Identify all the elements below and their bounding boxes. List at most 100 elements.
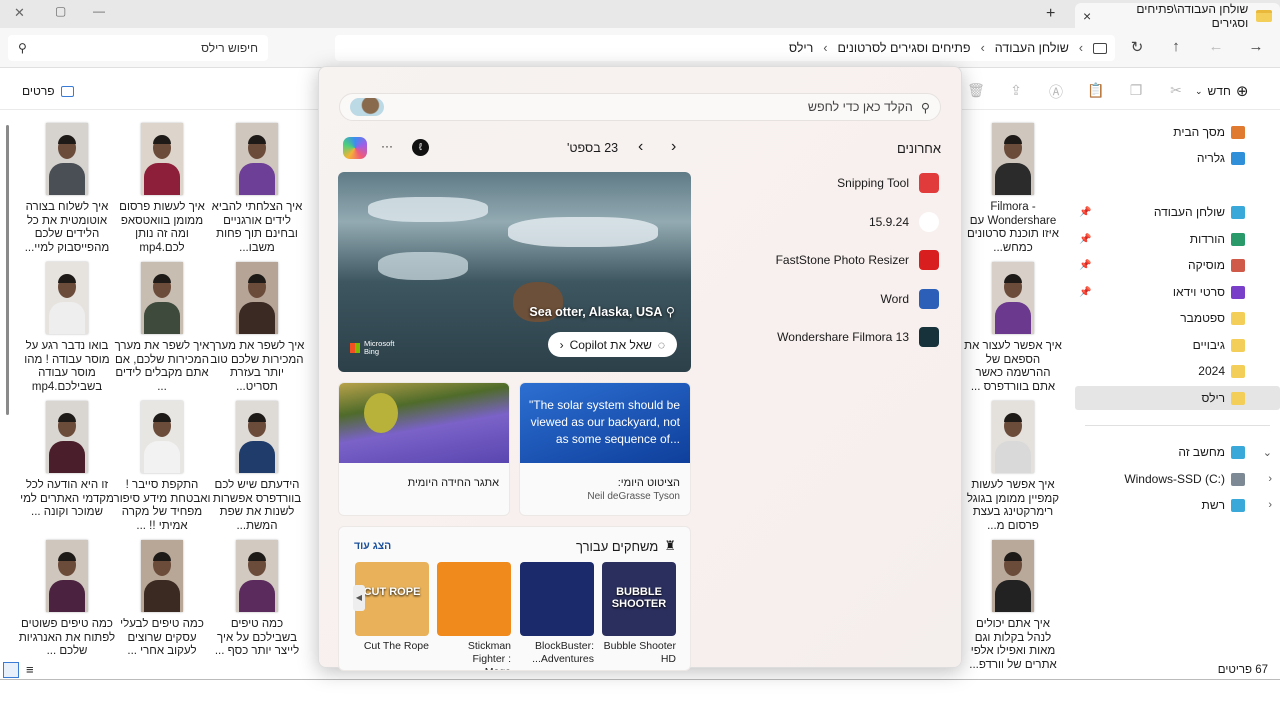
list-view-button[interactable]: ≡ — [26, 662, 34, 677]
next-day-button[interactable]: › — [671, 138, 676, 156]
scrollbar[interactable] — [6, 125, 9, 415]
nav-item[interactable]: ‹ Windows-SSD (C:) — [1075, 467, 1280, 491]
nav-item[interactable]: ⌄ מחשב זה — [1075, 440, 1280, 464]
close-tab-button[interactable]: × — [1083, 8, 1091, 24]
recent-item[interactable]: Word — [881, 287, 939, 311]
nav-item[interactable]: רילס — [1075, 386, 1280, 410]
show-more-link[interactable]: הצג עוד — [354, 540, 391, 552]
nav-item-label: גלריה — [1196, 151, 1225, 165]
cut-icon[interactable]: ✂ — [1166, 82, 1186, 102]
file-tile[interactable]: איך אפשר לעצור את הספאם של ההרשמה כאשר א… — [964, 262, 1062, 394]
tab-active[interactable]: שולחן העבודה\פתיחים וסגירים × — [1075, 2, 1280, 30]
share-icon[interactable]: ⇪ — [1006, 82, 1026, 102]
nav-item[interactable]: מסך הבית — [1075, 120, 1280, 144]
file-tile[interactable]: הידעתם שיש לכם בוורדפרס אפשרות לשנות את … — [208, 401, 306, 533]
new-label: חדש — [1207, 84, 1231, 98]
close-window-button[interactable]: ✕ — [14, 5, 25, 21]
forward-button[interactable]: ← — [1205, 38, 1227, 58]
tiles-view-button[interactable] — [3, 662, 19, 678]
file-tile[interactable]: זו היא הודעה לכל מקדמי האתרים למי שמוכר … — [18, 401, 116, 520]
file-tile[interactable]: איך אפשר לעשות קמפיין ממומן בגוגל רימרקט… — [964, 401, 1062, 533]
breadcrumb-item[interactable]: פתיחים וסגירים לסרטונים — [838, 41, 971, 55]
file-tile[interactable]: איך הצלחתי להביא לידים אורגניים ובחינם ת… — [208, 123, 306, 255]
pin-icon[interactable]: 📌 — [1079, 287, 1091, 298]
back-button[interactable]: → — [1245, 38, 1267, 58]
game-tile[interactable]: BlockBuster: Adventures... — [520, 562, 594, 666]
paste-icon[interactable]: 📋 — [1086, 82, 1106, 102]
copilot-icon[interactable] — [343, 137, 367, 159]
refresh-button[interactable]: ↻ — [1126, 38, 1148, 58]
chat-icon: ◌ — [657, 337, 665, 352]
game-image: BUBBLE SHOOTER — [602, 562, 676, 636]
minimize-window-button[interactable]: — — [93, 4, 105, 18]
delete-icon[interactable]: 🗑 — [966, 82, 986, 102]
new-button[interactable]: ⊕ חדש ⌄ — [1195, 82, 1248, 100]
file-tile[interactable]: כמה טיפים בשבילכם על איך לייצר יותר כסף … — [208, 540, 306, 659]
doodle-icon[interactable]: ℓ — [412, 139, 429, 156]
recent-item[interactable]: Wondershare Filmora 13 — [777, 325, 939, 349]
expand-chevron-icon[interactable]: ‹ — [1268, 499, 1272, 511]
nav-item[interactable]: שולחן העבודה 📌 — [1075, 200, 1280, 224]
ask-copilot-button[interactable]: ◌ שאל את Copilot ‹ — [547, 332, 677, 357]
prev-day-button[interactable]: ‹ — [638, 138, 643, 156]
game-image-text: CUT ROPE — [363, 586, 421, 598]
restore-window-button[interactable]: ▢ — [55, 4, 66, 18]
chess-rook-icon: ♜ — [664, 538, 676, 553]
search-input[interactable]: חיפוש רילס ⚲ — [8, 35, 268, 61]
file-tile[interactable]: איך לשפר את מערך המכירות שלכם, אם אתם מק… — [113, 262, 211, 394]
copy-icon[interactable]: ❐ — [1126, 82, 1146, 102]
daily-puzzle-card[interactable]: אתגר החידה היומית — [338, 382, 510, 516]
nav-item[interactable]: מוסיקה 📌 — [1075, 253, 1280, 277]
game-tile[interactable]: Stickman Fighter : Mega... — [437, 562, 511, 670]
pin-icon[interactable]: 📌 — [1079, 207, 1091, 218]
pin-icon[interactable]: 📌 — [1079, 234, 1091, 245]
nav-item[interactable]: סרטי וידאו 📌 — [1075, 280, 1280, 304]
game-tile[interactable]: CUT ROPE Cut The Rope — [355, 562, 429, 653]
breadcrumb-item[interactable]: שולחן העבודה — [995, 41, 1069, 55]
nav-item-icon — [1231, 311, 1245, 325]
file-tile[interactable]: התקפת סייבר ! ואבטחת מידע סיפור מפחיד של… — [113, 401, 211, 533]
nav-item-icon — [1231, 338, 1245, 352]
details-label: פרטים — [22, 84, 55, 98]
photo-location[interactable]: ⚲ Sea otter, Alaska, USA — [529, 304, 675, 319]
brand-line2: Bing — [364, 347, 380, 356]
new-tab-button[interactable]: + — [1046, 5, 1055, 23]
daily-quote-card[interactable]: "The solar system should be viewed as ou… — [519, 382, 691, 516]
nav-item[interactable]: הורדות 📌 — [1075, 227, 1280, 251]
game-image — [520, 562, 594, 636]
nav-item[interactable]: 2024 — [1075, 359, 1280, 383]
file-tile[interactable]: איך אתם יכולים לנהל בקלות וגם מאות ואפיל… — [964, 540, 1062, 672]
file-tile[interactable]: איך לעשות פרסום ממומן בוואטסאפ ומה זה נו… — [113, 123, 211, 255]
recent-item[interactable]: Snipping Tool — [837, 171, 939, 195]
scroll-left-button[interactable]: ◀ — [353, 585, 365, 611]
details-button[interactable]: פרטים — [22, 84, 74, 98]
rename-icon[interactable]: Ⓐ — [1046, 82, 1066, 102]
nav-item[interactable]: גלריה — [1075, 146, 1280, 170]
pin-icon[interactable]: 📌 — [1079, 260, 1091, 271]
up-button[interactable]: ↑ — [1165, 38, 1187, 58]
file-tile[interactable]: איך לשפר את מערך המכירות שלכם טוב יותר ב… — [208, 262, 306, 394]
nav-item[interactable]: גיבויים — [1075, 333, 1280, 357]
breadcrumb[interactable]: › שולחן העבודה › פתיחים וסגירים לסרטונים… — [335, 35, 1115, 61]
puzzle-title: אתגר החידה היומית — [407, 477, 499, 489]
file-tile[interactable]: איך לשלוח בצורה אוטומטית את כל הלידים של… — [18, 123, 116, 255]
breadcrumb-item[interactable]: רילס — [789, 41, 814, 55]
more-options-button[interactable]: ··· — [381, 139, 393, 153]
nav-item[interactable]: ‹ רשת — [1075, 493, 1280, 517]
recent-heading: אחרונים — [896, 141, 941, 156]
file-tile[interactable]: בואו נדבר רגע על מוסר עבודה ! מהו מוסר ע… — [18, 262, 116, 394]
file-tile[interactable]: כמה טיפים לבעלי עסקים שרוצים לעקוב אחרי … — [113, 540, 211, 659]
nav-item-label: מחשב זה — [1178, 445, 1225, 459]
video-thumbnail — [141, 123, 183, 195]
game-tile[interactable]: BUBBLE SHOOTER Bubble Shooter HD — [602, 562, 676, 666]
recent-item[interactable]: FastStone Photo Resizer — [776, 248, 939, 272]
panel-search-input[interactable]: ⚲ הקלד כאן כדי לחפש — [339, 93, 941, 121]
expand-chevron-icon[interactable]: ⌄ — [1263, 446, 1272, 459]
expand-chevron-icon[interactable]: ‹ — [1268, 473, 1272, 485]
file-tile[interactable]: כמה טיפים פשוטים לפתוח את האנרגיות שלכם … — [18, 540, 116, 659]
bing-photo-card[interactable]: ⚲ Sea otter, Alaska, USA Microsoft Bing ◌… — [338, 172, 691, 372]
nav-item[interactable]: ספטמבר — [1075, 306, 1280, 330]
nav-item-label: ספטמבר — [1180, 311, 1225, 325]
file-tile[interactable]: Filmora - Wondershare עם איזו תוכנת סרטו… — [964, 123, 1062, 255]
recent-item[interactable]: 15.9.24 — [869, 210, 939, 234]
